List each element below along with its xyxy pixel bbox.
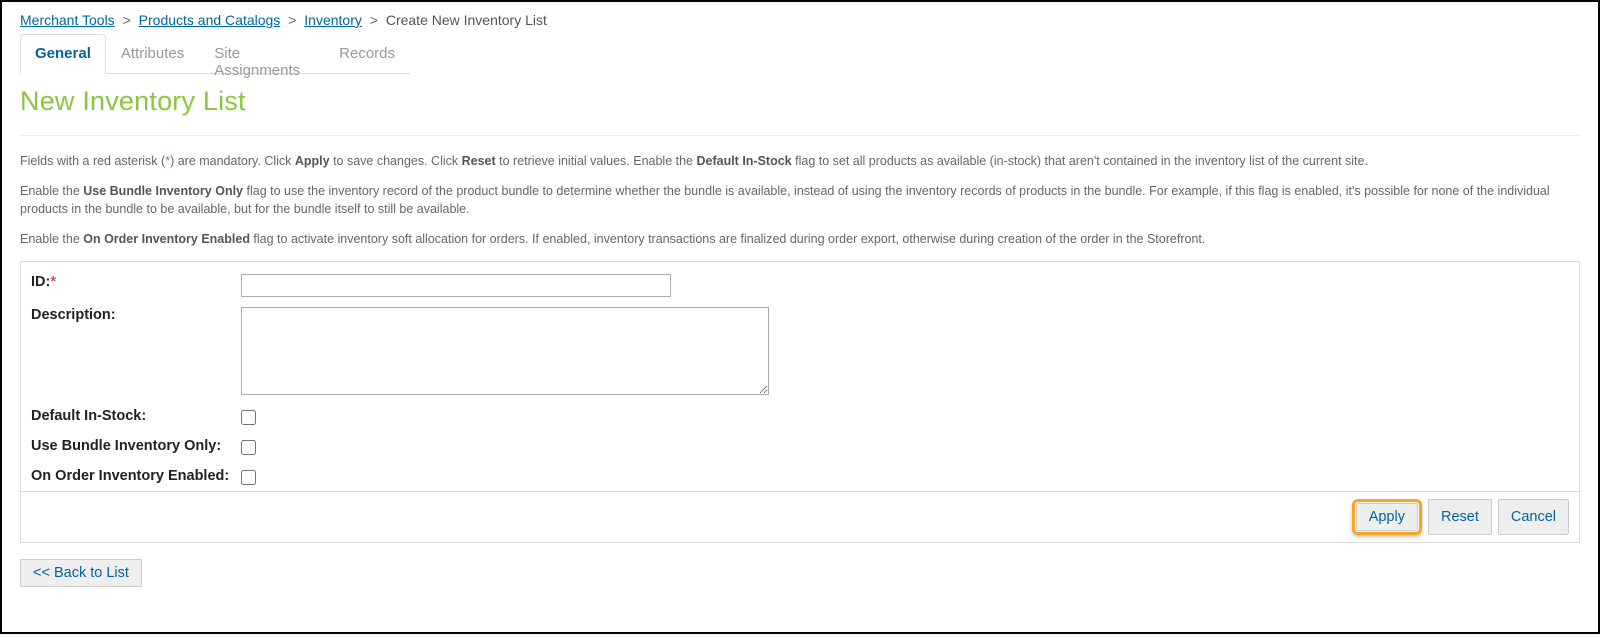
help-text-2: Enable the Use Bundle Inventory Only fla… (20, 182, 1580, 218)
on-order-label: On Order Inventory Enabled: (31, 468, 241, 488)
label-text: ID: (31, 274, 50, 290)
reset-button[interactable]: Reset (1428, 499, 1492, 535)
help-strong: Use Bundle Inventory Only (83, 184, 243, 198)
help-text: Fields with a red asterisk ( (20, 154, 165, 168)
help-text: flag to set all products as available (i… (792, 154, 1368, 168)
help-strong: Apply (295, 154, 330, 168)
tab-general[interactable]: General (20, 34, 106, 74)
help-strong: Default In-Stock (696, 154, 791, 168)
required-asterisk-icon: * (50, 274, 56, 290)
description-label: Description: (31, 307, 241, 398)
description-textarea[interactable] (241, 307, 769, 395)
help-text: Enable the (20, 184, 83, 198)
help-text-1: Fields with a red asterisk (*) are manda… (20, 152, 1580, 170)
page-frame: Merchant Tools > Products and Catalogs >… (0, 0, 1600, 634)
help-text: Enable the (20, 232, 83, 246)
divider (20, 135, 1580, 136)
id-label: ID:* (31, 274, 241, 297)
breadcrumb-link-products-catalogs[interactable]: Products and Catalogs (139, 12, 281, 28)
default-in-stock-label: Default In-Stock: (31, 408, 241, 428)
breadcrumb-sep: > (288, 12, 296, 28)
default-in-stock-checkbox[interactable] (241, 410, 256, 425)
help-text: to save changes. Click (330, 154, 462, 168)
id-input[interactable] (241, 274, 671, 297)
help-text: flag to activate inventory soft allocati… (250, 232, 1205, 246)
tab-bar: General Attributes Site Assignments Reco… (20, 34, 410, 74)
tab-attributes[interactable]: Attributes (106, 34, 199, 74)
use-bundle-checkbox[interactable] (241, 440, 256, 455)
help-text-3: Enable the On Order Inventory Enabled fl… (20, 230, 1580, 248)
help-text: flag to use the inventory record of the … (20, 184, 1550, 216)
on-order-checkbox[interactable] (241, 470, 256, 485)
help-text: to retrieve initial values. Enable the (496, 154, 697, 168)
form-row-id: ID:* (21, 262, 1579, 300)
form-actions: Apply Reset Cancel (21, 491, 1579, 542)
apply-highlight: Apply (1352, 499, 1422, 535)
back-to-list-button[interactable]: << Back to List (20, 559, 142, 587)
tab-records[interactable]: Records (324, 34, 410, 74)
form-row-default-in-stock: Default In-Stock: (21, 401, 1579, 431)
page-title: New Inventory List (20, 86, 1580, 117)
breadcrumb-link-inventory[interactable]: Inventory (304, 12, 362, 28)
help-text: ) are mandatory. Click (170, 154, 295, 168)
breadcrumb-sep: > (123, 12, 131, 28)
use-bundle-label: Use Bundle Inventory Only: (31, 438, 241, 458)
cancel-button[interactable]: Cancel (1498, 499, 1569, 535)
breadcrumb: Merchant Tools > Products and Catalogs >… (20, 12, 1580, 28)
breadcrumb-sep: > (370, 12, 378, 28)
help-strong: On Order Inventory Enabled (83, 232, 250, 246)
help-strong: Reset (462, 154, 496, 168)
form-container: ID:* Description: Default In-Stock: Use … (20, 261, 1580, 543)
form-row-on-order: On Order Inventory Enabled: (21, 461, 1579, 491)
breadcrumb-link-merchant-tools[interactable]: Merchant Tools (20, 12, 115, 28)
form-row-description: Description: (21, 300, 1579, 401)
form-row-use-bundle: Use Bundle Inventory Only: (21, 431, 1579, 461)
apply-button[interactable]: Apply (1356, 503, 1418, 531)
breadcrumb-current: Create New Inventory List (386, 12, 547, 28)
tab-site-assignments[interactable]: Site Assignments (199, 34, 324, 74)
